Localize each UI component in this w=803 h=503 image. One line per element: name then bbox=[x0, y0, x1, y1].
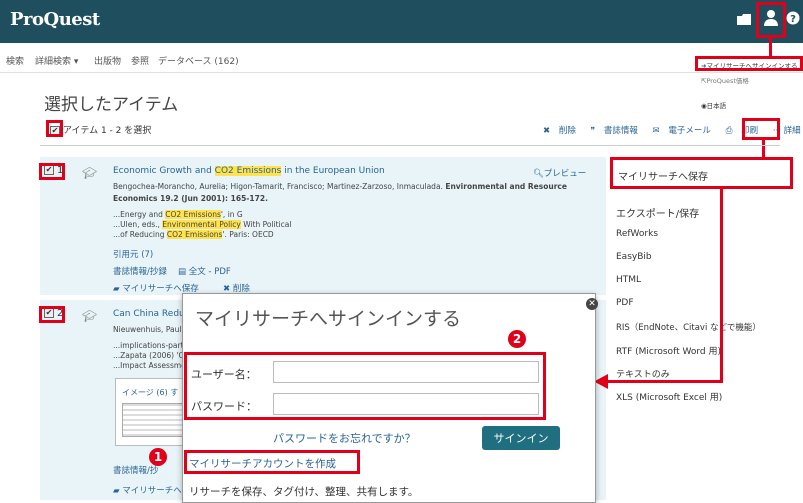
export-html[interactable]: HTML bbox=[616, 275, 641, 285]
result-journal: Economics 19.2 (Jun 2001): 165-172. bbox=[113, 194, 268, 203]
magnifier-icon: 🔍︎ bbox=[533, 169, 544, 179]
delete-icon: ✖ bbox=[543, 126, 551, 136]
toolbar: ✖ 削除 ❞ 書誌情報 ✉ 電子メール ⎙ 印刷 ··· 詳細 bbox=[543, 124, 803, 136]
forgot-password-link[interactable]: パスワードをお忘れですか？ bbox=[273, 430, 416, 446]
cited-by-link[interactable]: 引用元 (7) bbox=[113, 248, 153, 260]
result-authors: Bengochea-Morancho, Aurelia; Higon-Tamar… bbox=[113, 182, 567, 191]
export-heading: エクスポート/保存 bbox=[616, 209, 700, 220]
result-snippet: ...of Reducing CO2 Emissions'. Paris: OE… bbox=[113, 230, 274, 239]
password-input[interactable] bbox=[273, 393, 539, 415]
menu-signin[interactable]: ➜マイリサーチへサインインする bbox=[701, 60, 797, 70]
delete-button[interactable]: ✖ 削除 bbox=[543, 126, 582, 136]
result-authors: Nieuwenhuis, Paul; Z bbox=[113, 325, 192, 334]
scholarly-icon: 🎓︎ bbox=[82, 309, 98, 323]
abstract-link[interactable]: 書誌情報/抄録 bbox=[113, 265, 167, 277]
print-icon: ⎙ bbox=[725, 126, 733, 136]
preview-link[interactable]: 🔍︎プレビュー bbox=[533, 167, 586, 179]
proquest-logo[interactable]: ProQuest bbox=[10, 9, 100, 30]
username-label: ユーザー名： bbox=[191, 368, 257, 381]
result-snippet: ...implications-part bbox=[113, 341, 184, 350]
save-to-myresearch-link[interactable]: ▰ マイリサーチへ bbox=[113, 484, 182, 496]
quote-icon: ❞ bbox=[590, 126, 596, 136]
divider bbox=[40, 145, 780, 146]
nav-publications[interactable]: 出版物 bbox=[94, 54, 121, 67]
more-button[interactable]: ··· 詳細 bbox=[773, 126, 803, 136]
scholarly-icon: 🎓︎ bbox=[82, 166, 98, 180]
step-badge-2: 2 bbox=[508, 330, 526, 348]
select-all-row: ✔ アイテム 1 - 2 を選択 bbox=[50, 123, 151, 136]
folder-icon[interactable] bbox=[736, 12, 752, 30]
email-button[interactable]: ✉ 電子メール bbox=[653, 126, 717, 136]
export-text[interactable]: テキストのみ bbox=[616, 367, 670, 380]
export-ris[interactable]: RIS（EndNote、Citavi などで機能） bbox=[616, 321, 761, 333]
top-bar: ProQuest ? bbox=[0, 0, 803, 43]
nav-search[interactable]: 検索 bbox=[6, 54, 24, 67]
export-pdf[interactable]: PDF bbox=[616, 298, 634, 308]
password-label: パスワード： bbox=[191, 400, 257, 413]
connector-line-4 bbox=[604, 380, 723, 383]
select-all-label: アイテム 1 - 2 を選択 bbox=[63, 126, 152, 136]
fulltext-pdf-link[interactable]: ▤ 全文 - PDF bbox=[178, 265, 231, 277]
nav-advanced-search[interactable]: 詳細検索 ▾ bbox=[35, 54, 78, 67]
step-badge-1: 1 bbox=[149, 448, 167, 466]
connector-line-2 bbox=[762, 140, 765, 158]
user-icon[interactable] bbox=[762, 8, 780, 32]
result-snippet: ...Impact Assessme bbox=[113, 361, 186, 370]
pdf-icon: ▤ bbox=[178, 267, 187, 277]
dialog-subtext: リサーチを保存、タグ付け、整理、共有します。 bbox=[189, 486, 419, 498]
email-icon: ✉ bbox=[652, 126, 660, 136]
image-count-label: イメージ (6) す bbox=[122, 388, 179, 397]
signin-button[interactable]: サインイン bbox=[482, 426, 560, 450]
menu-proquest-item[interactable]: ⇱ProQuest価格 bbox=[701, 75, 749, 85]
cite-button[interactable]: ❞ 書誌情報 bbox=[591, 126, 644, 136]
dialog-title: マイリサーチへサインインする bbox=[195, 308, 462, 330]
connector-line bbox=[769, 38, 772, 56]
folder-icon: ▰ bbox=[113, 486, 120, 496]
svg-text:?: ? bbox=[790, 14, 796, 25]
result-title[interactable]: Economic Growth and CO2 Emissions in the… bbox=[113, 166, 385, 176]
username-input[interactable] bbox=[273, 361, 539, 383]
nav-browse[interactable]: 参照 bbox=[131, 54, 149, 67]
export-refworks[interactable]: RefWorks bbox=[616, 229, 658, 239]
folder-icon: ▰ bbox=[113, 284, 120, 294]
result-checkbox[interactable]: ✔ 2 bbox=[44, 308, 63, 319]
export-easybib[interactable]: EasyBib bbox=[616, 252, 652, 262]
export-xls[interactable]: XLS (Microsoft Excel 用) bbox=[616, 390, 722, 403]
page-title: 選択したアイテム bbox=[44, 95, 179, 115]
select-all-checkbox[interactable]: ✔ bbox=[50, 125, 60, 136]
close-icon[interactable]: ✕ bbox=[586, 298, 598, 310]
help-icon[interactable]: ? bbox=[786, 11, 800, 29]
print-button[interactable]: ⎙ 印刷 bbox=[726, 126, 765, 136]
export-rtf[interactable]: RTF (Microsoft Word 用) bbox=[616, 344, 721, 357]
connector-line-3 bbox=[720, 189, 723, 382]
nav-bar: 検索 詳細検索 ▾ 出版物 参照 データベース (162) bbox=[0, 43, 803, 73]
create-account-link[interactable]: マイリサーチアカウントを作成 bbox=[189, 456, 336, 471]
result-title[interactable]: Can China Reduc bbox=[113, 309, 190, 319]
signin-dialog: マイリサーチへサインインする ✕ ユーザー名： パスワード： パスワードをお忘れ… bbox=[182, 293, 598, 503]
result-snippet: ...Energy and CO2 Emissions', in G bbox=[113, 210, 243, 219]
image-thumbnail[interactable] bbox=[122, 403, 184, 437]
menu-language[interactable]: ◉日本語 bbox=[701, 100, 726, 110]
result-checkbox[interactable]: ✔ 1 bbox=[44, 165, 63, 176]
result-snippet: ...Zapata (2006) 'C bbox=[113, 351, 184, 360]
save-to-myresearch-option[interactable]: マイリサーチへ保存 bbox=[610, 157, 793, 189]
result-snippet: ...Ulen, eds., Environmental Policy With… bbox=[113, 220, 292, 229]
nav-databases[interactable]: データベース (162) bbox=[158, 54, 239, 67]
abstract-link[interactable]: 書誌情報/抄 bbox=[113, 464, 158, 476]
result-item: ✔ 1 🎓︎ Economic Growth and CO2 Emissions … bbox=[40, 157, 606, 295]
arrow-left-icon bbox=[594, 374, 608, 389]
